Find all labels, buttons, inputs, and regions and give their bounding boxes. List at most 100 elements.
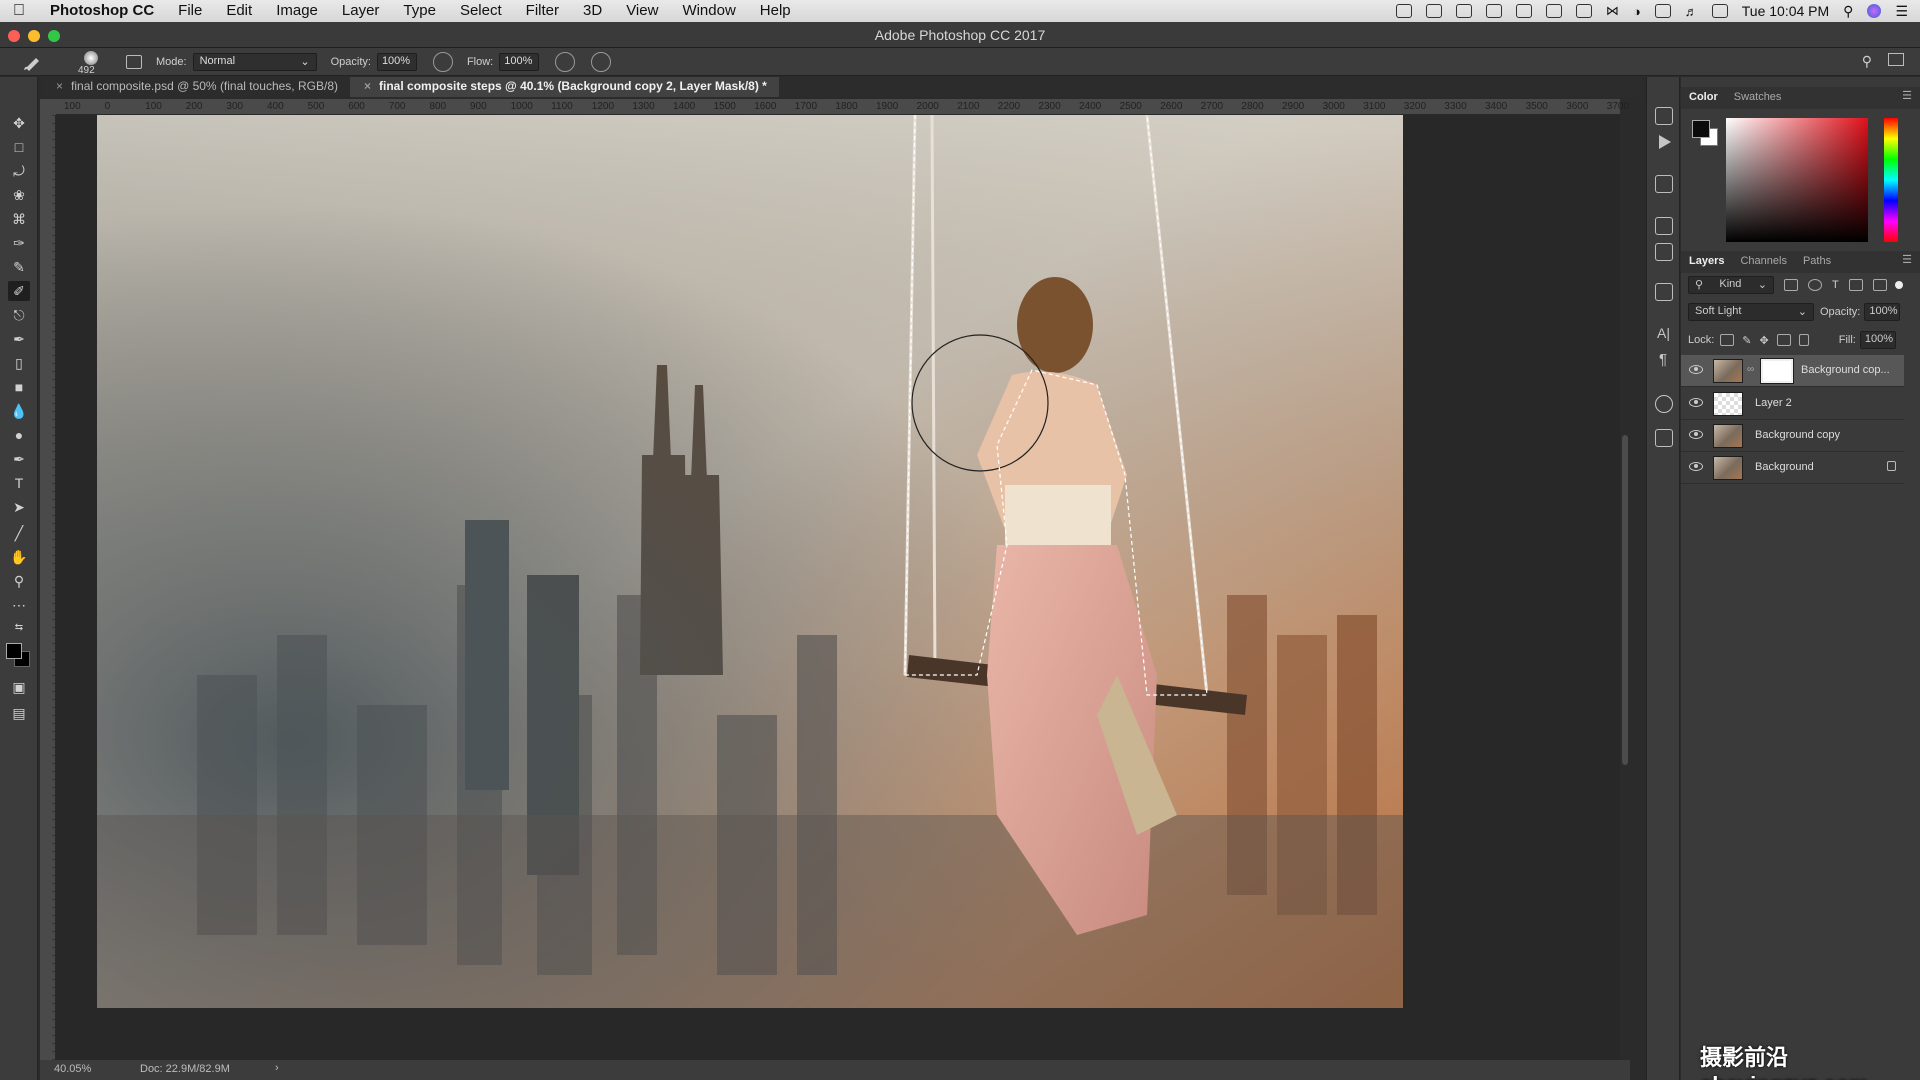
screen-icon[interactable] xyxy=(1425,4,1442,18)
vertical-scroll-thumb[interactable] xyxy=(1622,435,1628,765)
hand-tool-icon[interactable]: ✋ xyxy=(8,547,30,567)
tab-channels[interactable]: Channels xyxy=(1732,251,1794,273)
lock-transparent-icon[interactable] xyxy=(1720,334,1735,346)
pressure-size-icon[interactable] xyxy=(591,51,612,72)
apple-icon[interactable]:  xyxy=(0,2,38,20)
libraries-icon[interactable] xyxy=(1655,429,1673,447)
blend-mode-select[interactable]: Soft Light ⌄ xyxy=(1688,303,1814,321)
menu-view[interactable]: View xyxy=(614,0,670,22)
visibility-eye-icon[interactable] xyxy=(1689,398,1703,407)
layer-row[interactable]: Background copy xyxy=(1681,420,1904,452)
brush-presets-icon[interactable] xyxy=(1655,217,1673,235)
visibility-eye-icon[interactable] xyxy=(1689,365,1703,374)
pixel-filter-icon[interactable] xyxy=(1784,279,1798,291)
quick-mask-icon[interactable]: ▣ xyxy=(8,677,30,697)
tool-preset-picker[interactable] xyxy=(16,51,50,73)
mode-select[interactable]: Normal ⌄ xyxy=(192,52,317,71)
vertical-ruler[interactable] xyxy=(40,115,56,1060)
adjustment-filter-icon[interactable] xyxy=(1808,279,1822,291)
lock-image-icon[interactable]: ✎ xyxy=(1742,334,1751,347)
checklist-icon[interactable] xyxy=(1515,4,1532,18)
panel-menu-icon[interactable]: ☰ xyxy=(1894,251,1920,273)
color-picker-field[interactable] xyxy=(1726,118,1868,242)
panel-menu-icon[interactable]: ☰ xyxy=(1894,87,1920,109)
lock-all-icon[interactable] xyxy=(1798,334,1809,346)
shape-filter-icon[interactable] xyxy=(1848,279,1863,291)
spotlight-search-icon[interactable]: ⚲ xyxy=(1843,3,1853,20)
eyedropper-tool-icon[interactable]: ✑ xyxy=(8,233,30,253)
quick-selection-tool-icon[interactable]: ❀ xyxy=(8,185,30,205)
workspace-icon[interactable] xyxy=(1888,53,1904,66)
menu-filter[interactable]: Filter xyxy=(514,0,571,22)
close-icon[interactable]: × xyxy=(56,79,63,93)
menu-file[interactable]: File xyxy=(166,0,214,22)
menu-edit[interactable]: Edit xyxy=(214,0,264,22)
vertical-scrollbar[interactable] xyxy=(1620,115,1630,1060)
clone-source-icon[interactable] xyxy=(1655,175,1673,193)
wifi-icon[interactable]: ◑ xyxy=(1633,4,1641,19)
bluetooth-icon[interactable]: ⋈ xyxy=(1606,3,1619,19)
status-menu-arrow[interactable]: › xyxy=(275,1062,279,1074)
path-selection-tool-icon[interactable]: ➤ xyxy=(8,497,30,517)
screen-mode-icon[interactable]: ▤ xyxy=(8,703,30,723)
zoom-tool-icon[interactable]: ⚲ xyxy=(8,571,30,591)
foreground-color-swatch[interactable] xyxy=(6,643,22,659)
time-machine-icon[interactable] xyxy=(1575,4,1592,18)
search-icon[interactable]: ⚲ xyxy=(1862,53,1872,70)
lock-icon[interactable] xyxy=(1887,461,1896,471)
tab-color[interactable]: Color xyxy=(1681,87,1726,109)
pressure-opacity-icon[interactable] xyxy=(432,51,453,72)
menu-type[interactable]: Type xyxy=(391,0,448,22)
tab-swatches[interactable]: Swatches xyxy=(1726,87,1790,109)
keyboard-icon[interactable] xyxy=(1711,4,1728,18)
move-tool-icon[interactable]: ✥ xyxy=(8,113,30,133)
layer-row[interactable]: ∞ Background cop... xyxy=(1681,355,1904,387)
properties-icon[interactable] xyxy=(1655,283,1673,301)
brush-settings-panel-icon[interactable] xyxy=(126,54,142,69)
tab-layers[interactable]: Layers xyxy=(1681,251,1732,273)
character-panel-icon[interactable]: A| xyxy=(1657,325,1670,341)
marquee-tool-icon[interactable]: □ xyxy=(8,137,30,157)
gradient-tool-icon[interactable]: ■ xyxy=(8,377,30,397)
history-brush-tool-icon[interactable]: ✒ xyxy=(8,329,30,349)
brush-tool-icon[interactable]: ✐ xyxy=(8,281,30,301)
dropbox-icon[interactable] xyxy=(1455,4,1472,18)
clone-stamp-tool-icon[interactable]: ⎋ xyxy=(8,305,30,325)
airplay-icon[interactable] xyxy=(1654,4,1671,18)
menu-layer[interactable]: Layer xyxy=(330,0,392,22)
type-tool-icon[interactable]: T xyxy=(8,473,30,493)
mask-link-icon[interactable]: ∞ xyxy=(1747,364,1754,375)
layer-row[interactable]: Layer 2 xyxy=(1681,388,1904,420)
airbrush-icon[interactable] xyxy=(555,51,576,72)
siri-icon[interactable] xyxy=(1867,4,1882,18)
camera-icon[interactable] xyxy=(1395,4,1412,18)
flow-field[interactable]: 100% xyxy=(499,52,540,71)
visibility-eye-icon[interactable] xyxy=(1689,462,1703,471)
volume-icon[interactable]: ♬ xyxy=(1685,4,1698,19)
adjustments-icon[interactable] xyxy=(1655,243,1673,261)
lock-position-icon[interactable]: ✥ xyxy=(1760,334,1769,347)
menu-app-name[interactable]: Photoshop CC xyxy=(38,0,166,22)
visibility-eye-icon[interactable] xyxy=(1689,430,1703,439)
crop-tool-icon[interactable]: ⌘ xyxy=(8,209,30,229)
opacity-field[interactable]: 100% xyxy=(376,52,417,71)
blur-tool-icon[interactable]: 💧 xyxy=(8,401,30,421)
ruler-origin[interactable] xyxy=(40,99,56,115)
swap-colors-icon[interactable]: ⇆ xyxy=(8,617,30,637)
zoom-level[interactable]: 40.05% xyxy=(54,1063,91,1075)
line-tool-icon[interactable]: ╱ xyxy=(8,523,30,543)
panel-foreground-swatch[interactable] xyxy=(1692,120,1710,138)
menu-window[interactable]: Window xyxy=(670,0,747,22)
menu-select[interactable]: Select xyxy=(448,0,514,22)
pen-tool-icon[interactable]: ✒ xyxy=(8,449,30,469)
brush-preset-picker[interactable]: 492 xyxy=(72,49,112,76)
kind-filter-select[interactable]: ⚲ Kind ⌄ xyxy=(1688,276,1774,294)
hue-slider[interactable] xyxy=(1884,118,1898,242)
menu-help[interactable]: Help xyxy=(748,0,803,22)
actions-play-icon[interactable] xyxy=(1659,135,1671,149)
tab-final-composite-steps[interactable]: × final composite steps @ 40.1% (Backgrou… xyxy=(350,77,779,97)
menu-3d[interactable]: 3D xyxy=(571,0,614,22)
menubar-clock[interactable]: Tue 10:04 PM xyxy=(1742,3,1829,19)
history-panel-icon[interactable] xyxy=(1655,107,1673,125)
menu-image[interactable]: Image xyxy=(264,0,330,22)
